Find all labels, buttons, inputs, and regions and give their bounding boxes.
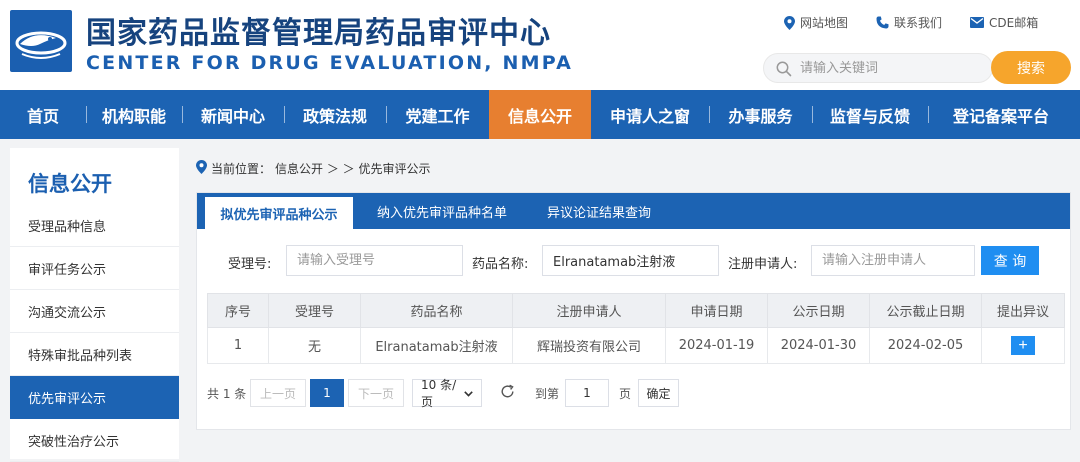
mail-icon [970,17,985,28]
nav-item-policy[interactable]: 政策法规 [284,90,386,139]
table-header-row: 序号 受理号 药品名称 注册申请人 申请日期 公示日期 公示截止日期 提出异议 [207,293,1065,328]
goto-page-input[interactable]: 1 [565,379,609,407]
nav-item-info-public[interactable]: 信息公开 [489,90,591,139]
accept-no-input[interactable] [286,245,463,276]
site-search-button[interactable]: 搜索 [991,51,1071,84]
breadcrumb-path[interactable]: 信息公开 ＞ ＞ 优先审评公示 [275,160,430,177]
col-header-drug-name: 药品名称 [360,293,513,328]
cde-mail-link-label: CDE邮箱 [989,16,1039,30]
site-header: 国家药品监督管理局药品审评中心 CENTER FOR DRUG EVALUATI… [0,0,1080,90]
prev-page-button[interactable]: 上一页 [250,379,306,407]
cell-accept-no: 无 [268,327,361,364]
breadcrumb-prefix: 当前位置： [211,162,272,176]
nav-item-supervision[interactable]: 监督与反馈 [812,90,928,139]
cell-applicant: 辉瑞投资有限公司 [512,327,666,364]
page-size-select[interactable]: 10 条/页 [412,378,482,409]
breadcrumb: 当前位置： 信息公开 ＞ ＞ 优先审评公示 [196,160,430,177]
goto-label: 到第 [535,386,560,401]
cde-logo[interactable] [10,10,72,72]
next-page-button[interactable]: 下一页 [348,379,404,407]
cell-publicity-date: 2024-01-30 [767,327,870,364]
drug-name-input[interactable] [542,245,719,276]
accept-no-label: 受理号: [228,257,272,272]
sidebar: 信息公开 受理品种信息 审评任务公示 沟通交流公示 特殊审批品种列表 优先审评公… [10,148,179,462]
search-icon [776,61,792,81]
applicant-input[interactable] [811,245,975,276]
sidebar-item-communication[interactable]: 沟通交流公示 [10,290,179,333]
query-button[interactable]: 查 询 [981,246,1039,275]
page-unit-label: 页 [619,386,632,401]
phone-icon [876,16,889,29]
refresh-button[interactable] [500,379,515,407]
col-header-objection: 提出异议 [981,293,1065,328]
page-size-value: 10 条/页 [421,378,457,409]
current-page-button[interactable]: 1 [310,379,344,407]
priority-review-panel: 拟优先审评品种公示 纳入优先审评品种名单 异议论证结果查询 受理号: 药品名称:… [196,192,1071,430]
cell-drug-name: Elranatamab注射液 [360,327,513,364]
nav-item-applicant[interactable]: 申请人之窗 [591,90,709,139]
sidebar-item-special-approval[interactable]: 特殊审批品种列表 [10,333,179,376]
cell-publicity-deadline: 2024-02-05 [869,327,982,364]
sidebar-title: 信息公开 [28,172,112,196]
nav-item-registration[interactable]: 登记备案平台 [928,90,1074,139]
total-count: 共 1 条 [207,386,247,401]
tab-bar: 拟优先审评品种公示 纳入优先审评品种名单 异议论证结果查询 [197,193,1070,229]
sidebar-item-review-tasks[interactable]: 审评任务公示 [10,247,179,290]
location-pin-icon [784,15,795,30]
chevron-down-icon [464,386,473,400]
top-links: 网站地图 联系我们 CDE邮箱 [784,14,1038,31]
raise-objection-button[interactable]: + [1011,336,1035,355]
sidebar-item-breakthrough[interactable]: 突破性治疗公示 [10,419,179,462]
sidebar-item-priority-review[interactable]: 优先审评公示 [10,376,179,419]
cell-index: 1 [207,327,269,364]
col-header-index: 序号 [207,293,269,328]
priority-review-table: 序号 受理号 药品名称 注册申请人 申请日期 公示日期 公示截止日期 提出异议 … [207,293,1065,364]
site-search [763,53,993,83]
main-nav: 首页 机构职能 新闻中心 政策法规 党建工作 信息公开 申请人之窗 办事服务 监… [0,90,1080,139]
sidebar-item-accepted[interactable]: 受理品种信息 [10,204,179,247]
cell-apply-date: 2024-01-19 [665,327,768,364]
site-search-input[interactable] [800,58,980,78]
nav-item-home[interactable]: 首页 [0,90,86,139]
drug-name-label: 药品名称: [472,257,529,272]
goto-confirm-button[interactable]: 确定 [638,379,679,407]
col-header-accept-no: 受理号 [268,293,361,328]
cde-mail-link[interactable]: CDE邮箱 [970,14,1038,31]
refresh-icon [500,384,515,402]
tab-included-priority-list[interactable]: 纳入优先审评品种名单 [367,193,517,229]
pagination: 共 1 条 上一页 1 下一页 10 条/页 到第 1 页 确定 [205,378,1065,409]
site-title-cn: 国家药品监督管理局药品审评中心 [86,16,551,51]
contact-link[interactable]: 联系我们 [876,14,942,31]
nav-item-services[interactable]: 办事服务 [709,90,812,139]
location-pin-icon [196,160,207,177]
applicant-label: 注册申请人: [728,257,798,272]
col-header-publicity-date: 公示日期 [767,293,870,328]
cell-objection: + [981,327,1065,364]
sitemap-link[interactable]: 网站地图 [784,14,848,31]
nav-item-party[interactable]: 党建工作 [386,90,489,139]
table-row: 1 无 Elranatamab注射液 辉瑞投资有限公司 2024-01-19 2… [207,327,1065,364]
nav-item-news[interactable]: 新闻中心 [182,90,284,139]
sitemap-link-label: 网站地图 [800,16,849,30]
contact-link-label: 联系我们 [894,16,943,30]
col-header-apply-date: 申请日期 [665,293,768,328]
tab-objection-results[interactable]: 异议论证结果查询 [537,193,661,229]
site-title-en: CENTER FOR DRUG EVALUATION, NMPA [86,52,574,74]
nav-item-functions[interactable]: 机构职能 [86,90,182,139]
filter-bar: 受理号: 药品名称: 注册申请人: 查 询 [197,229,1070,287]
col-header-applicant: 注册申请人 [512,293,666,328]
col-header-publicity-deadline: 公示截止日期 [869,293,982,328]
tab-proposed-priority[interactable]: 拟优先审评品种公示 [205,197,353,229]
